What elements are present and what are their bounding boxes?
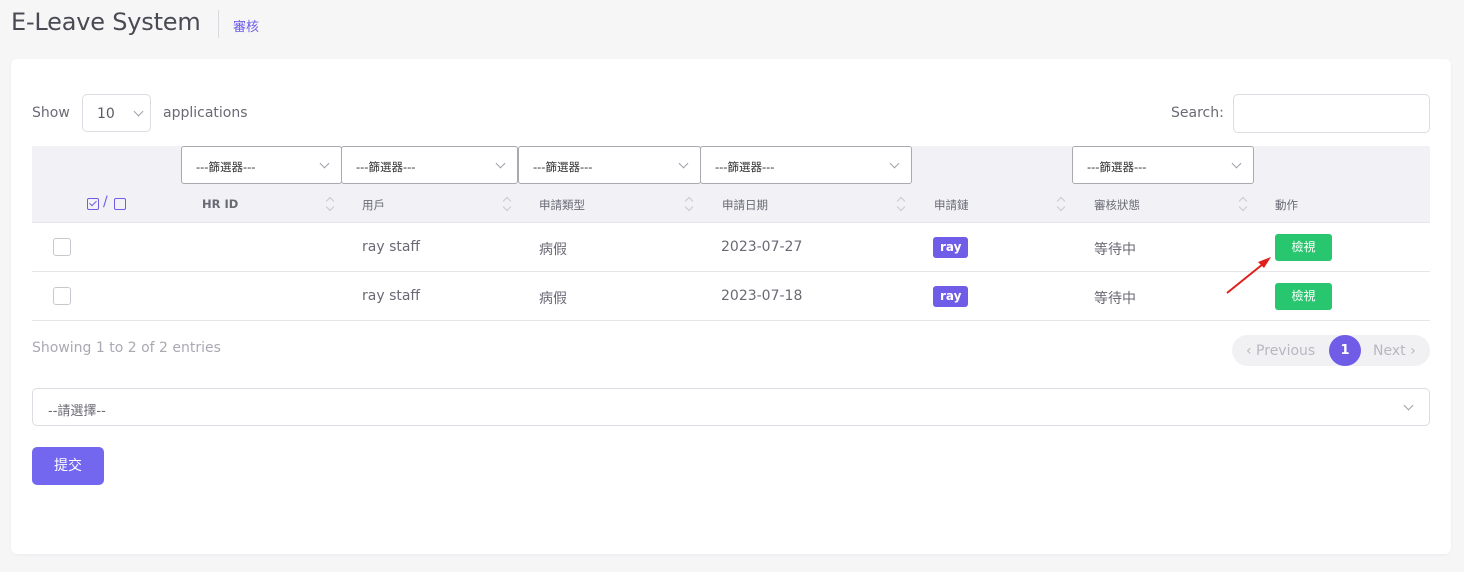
annotation-arrow-icon — [1226, 257, 1271, 294]
